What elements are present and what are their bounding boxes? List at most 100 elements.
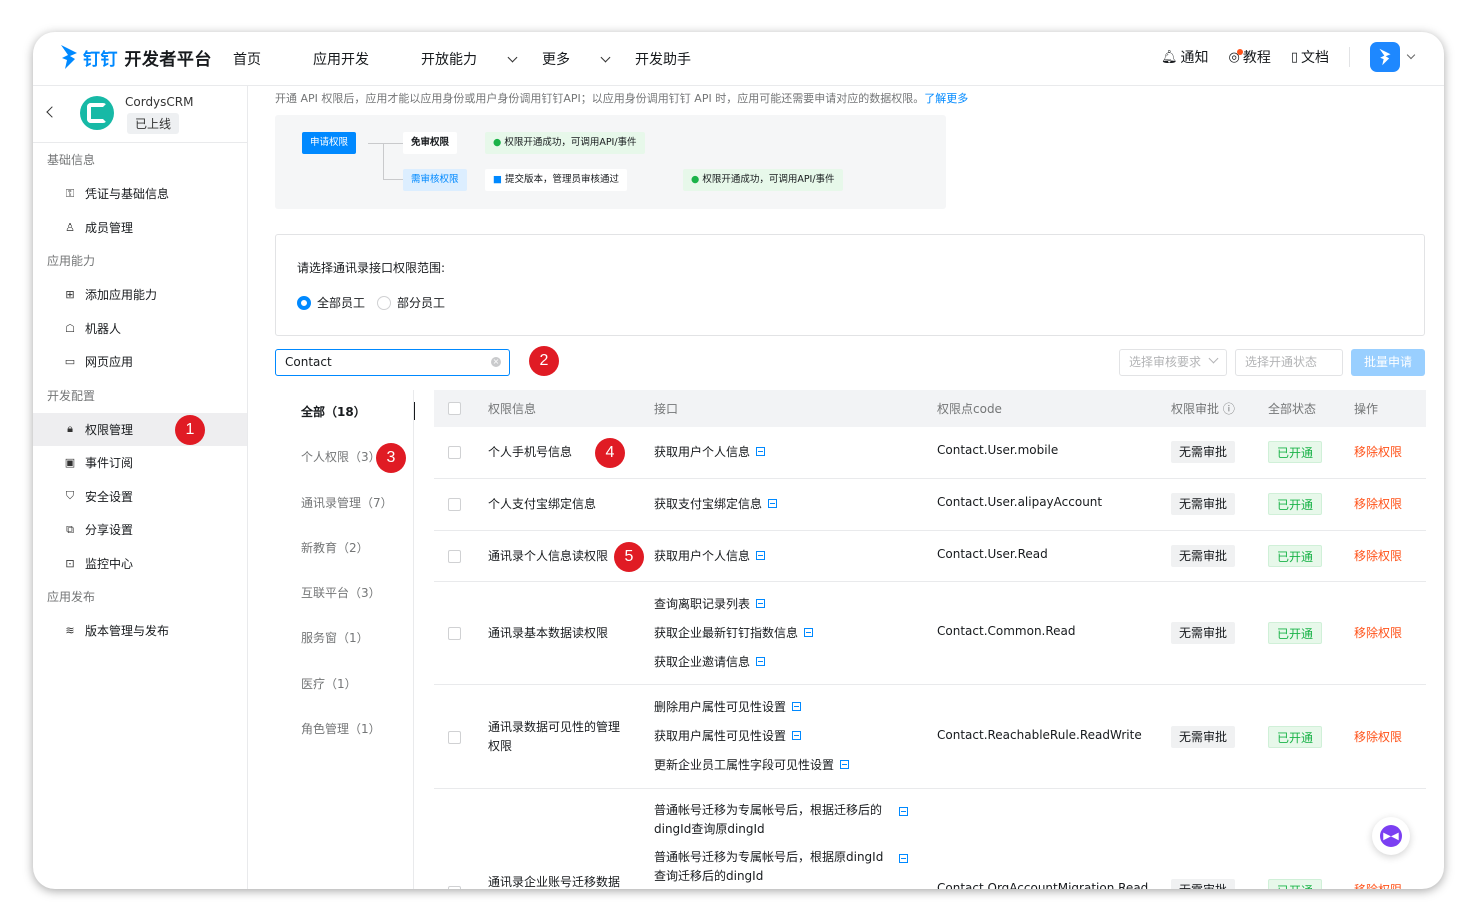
clear-icon[interactable]: ×: [491, 357, 501, 367]
webpage-icon: ▭: [64, 355, 76, 369]
radio-unchecked-icon: [377, 295, 391, 310]
api-link[interactable]: 获取企业最新钉钉指数信息: [654, 624, 904, 643]
remove-permission-link[interactable]: 移除权限: [1354, 624, 1402, 641]
sidebar-item-webapp[interactable]: ▭ 网页应用: [33, 345, 247, 379]
api-link[interactable]: 获取企业邀请信息: [654, 653, 904, 672]
select-placeholder: 选择开通状态: [1245, 355, 1318, 369]
select-all-checkbox[interactable]: [448, 402, 461, 415]
nav-open-capability[interactable]: 开放能力: [421, 49, 518, 69]
category-contacts[interactable]: 通讯录管理（7）: [261, 481, 414, 526]
sidebar-item-versions[interactable]: ≋ 版本管理与发布: [33, 614, 247, 648]
api-link[interactable]: 普通帐号迁移为专属帐号后，根据迁移后的dingId查询原dingId: [654, 801, 908, 839]
api-name: 删除用户属性可见性设置: [654, 700, 787, 714]
nav-dev-assistant[interactable]: 开发助手: [635, 49, 717, 69]
remove-permission-link[interactable]: 移除权限: [1354, 547, 1402, 564]
category-medical[interactable]: 医疗（1）: [261, 662, 414, 707]
tutorial-button[interactable]: ◎ 教程: [1229, 47, 1271, 67]
app-status-badge: 已上线: [127, 113, 180, 134]
flow-free: 免审权限: [403, 132, 458, 154]
header-code: 权限点code: [937, 402, 1002, 416]
sidebar-item-add-capability[interactable]: ⊞ 添加应用能力: [33, 278, 247, 312]
user-avatar[interactable]: [1370, 42, 1400, 72]
sidebar-item-credentials[interactable]: ⚿ 凭证与基础信息: [33, 177, 247, 211]
remove-permission-link[interactable]: 移除权限: [1354, 728, 1402, 745]
perm-code: Contact.OrgAccountMigration.Read: [937, 881, 1149, 889]
api-name: 查询离职记录列表: [654, 597, 751, 611]
sidebar-item-monitor[interactable]: ⊡ 监控中心: [33, 547, 247, 581]
dingtalk-logo-icon: [61, 45, 77, 69]
platform-logo[interactable]: 钉钉 开发者平台: [59, 44, 212, 70]
table-row: 通讯录数据可见性的管理权限 删除用户属性可见性设置 获取用户属性可见性设置 更新…: [434, 685, 1426, 789]
review-requirement-select[interactable]: 选择审核要求: [1119, 349, 1227, 376]
row-checkbox[interactable]: [448, 731, 461, 744]
sidebar-item-share[interactable]: ⧉ 分享设置: [33, 513, 247, 547]
approval-tag: 无需审批: [1171, 879, 1236, 889]
sidebar-item-members[interactable]: ♙ 成员管理: [33, 211, 247, 245]
api-name: 更新企业员工属性字段可见性设置: [654, 758, 835, 772]
batch-apply-button[interactable]: 批量申请: [1351, 349, 1425, 376]
row-checkbox[interactable]: [448, 549, 461, 563]
event-icon: ▣: [64, 456, 76, 470]
status-badge: 已开通: [1268, 544, 1323, 567]
category-personal[interactable]: 个人权限（3） 3: [261, 435, 414, 480]
radio-checked-icon: [297, 295, 311, 310]
header-approval[interactable]: 权限审批 ⓘ: [1171, 400, 1235, 417]
key-icon: ⚿: [65, 186, 75, 200]
row-checkbox[interactable]: [448, 627, 461, 640]
table-header: 权限信息 接口 权限点code 权限审批 ⓘ 全部状态 操作: [434, 390, 1426, 427]
header-status-filter[interactable]: 全部状态: [1268, 400, 1316, 417]
nav-more[interactable]: 更多: [542, 49, 611, 69]
docs-button[interactable]: ▯ 文档: [1291, 47, 1329, 67]
sidebar-item-permissions[interactable]: 🔒︎ 权限管理 1: [33, 412, 247, 446]
category-roles[interactable]: 角色管理（1）: [261, 707, 414, 752]
row-checkbox[interactable]: [448, 446, 461, 459]
category-service-window[interactable]: 服务窗（1）: [261, 616, 414, 661]
api-link[interactable]: 查询离职记录列表: [654, 595, 904, 614]
intro-body: 开通 API 权限后，应用才能以应用身份或用户身份调用钉钉API；以应用身份调用…: [275, 92, 925, 105]
api-link[interactable]: 更新企业员工属性字段可见性设置: [654, 756, 904, 775]
api-link[interactable]: 获取用户个人信息: [654, 443, 904, 462]
perm-name: 个人支付宝绑定信息: [488, 497, 597, 511]
remove-permission-link[interactable]: 移除权限: [1354, 881, 1402, 889]
api-link[interactable]: 获取用户属性可见性设置: [654, 727, 904, 746]
header-approval-label: 权限审批: [1171, 402, 1220, 416]
api-link[interactable]: 获取支付宝绑定信息: [654, 495, 904, 514]
perm-name: 通讯录数据可见性的管理权限: [488, 720, 621, 753]
row-checkbox[interactable]: [448, 498, 461, 511]
category-education[interactable]: 新教育（2）: [261, 526, 414, 571]
learn-more-link[interactable]: 了解更多: [924, 92, 968, 105]
docs-label: 文档: [1301, 50, 1329, 66]
chevron-down-icon[interactable]: [1406, 50, 1416, 60]
api-link[interactable]: 删除用户属性可见性设置: [654, 698, 904, 717]
api-cell: 获取用户个人信息: [654, 547, 904, 566]
back-arrow-icon[interactable]: [46, 106, 58, 118]
nav-app-dev[interactable]: 应用开发: [313, 49, 395, 69]
remove-permission-link[interactable]: 移除权限: [1354, 495, 1402, 512]
sidebar-item-security[interactable]: ⛉ 安全设置: [33, 480, 247, 514]
permissions-table: 权限信息 接口 权限点code 权限审批 ⓘ 全部状态 操作 个人手机号信息 4…: [434, 390, 1426, 889]
nav-home[interactable]: 首页: [233, 49, 287, 69]
radio-all-staff[interactable]: 全部员工: [297, 294, 365, 311]
notify-button[interactable]: 🔔︎ 通知: [1161, 47, 1209, 67]
flow-free-result: ● 权限开通成功，可调用API/事件: [485, 132, 645, 154]
category-all[interactable]: 全部（18）: [261, 390, 415, 435]
sidebar-item-label: 成员管理: [85, 220, 134, 235]
doc-icon: [756, 657, 766, 666]
sidebar-item-robot[interactable]: ☖ 机器人: [33, 312, 247, 346]
header-perm: 权限信息: [488, 402, 537, 416]
perm-code: Contact.Common.Read: [937, 624, 1076, 638]
search-input[interactable]: Contact ×: [275, 349, 510, 376]
status-select[interactable]: 选择开通状态: [1235, 349, 1343, 376]
api-link[interactable]: 获取用户个人信息: [654, 547, 904, 566]
row-checkbox[interactable]: [448, 886, 461, 889]
approval-tag: 无需审批: [1171, 622, 1236, 644]
app-name: CordysCRM: [125, 95, 194, 109]
assistant-fab[interactable]: ▶◀: [1372, 817, 1410, 855]
api-name: 普通帐号迁移为专属帐号后，根据原dingId查询迁移后的dingId: [654, 850, 884, 883]
sidebar-item-label: 机器人: [85, 321, 122, 336]
remove-permission-link[interactable]: 移除权限: [1354, 443, 1402, 460]
category-interconnect[interactable]: 互联平台（3）: [261, 571, 414, 616]
radio-partial-staff[interactable]: 部分员工: [377, 294, 445, 311]
sidebar-item-events[interactable]: ▣ 事件订阅: [33, 446, 247, 480]
api-link[interactable]: 普通帐号迁移为专属帐号后，根据原dingId查询迁移后的dingId: [654, 848, 908, 886]
